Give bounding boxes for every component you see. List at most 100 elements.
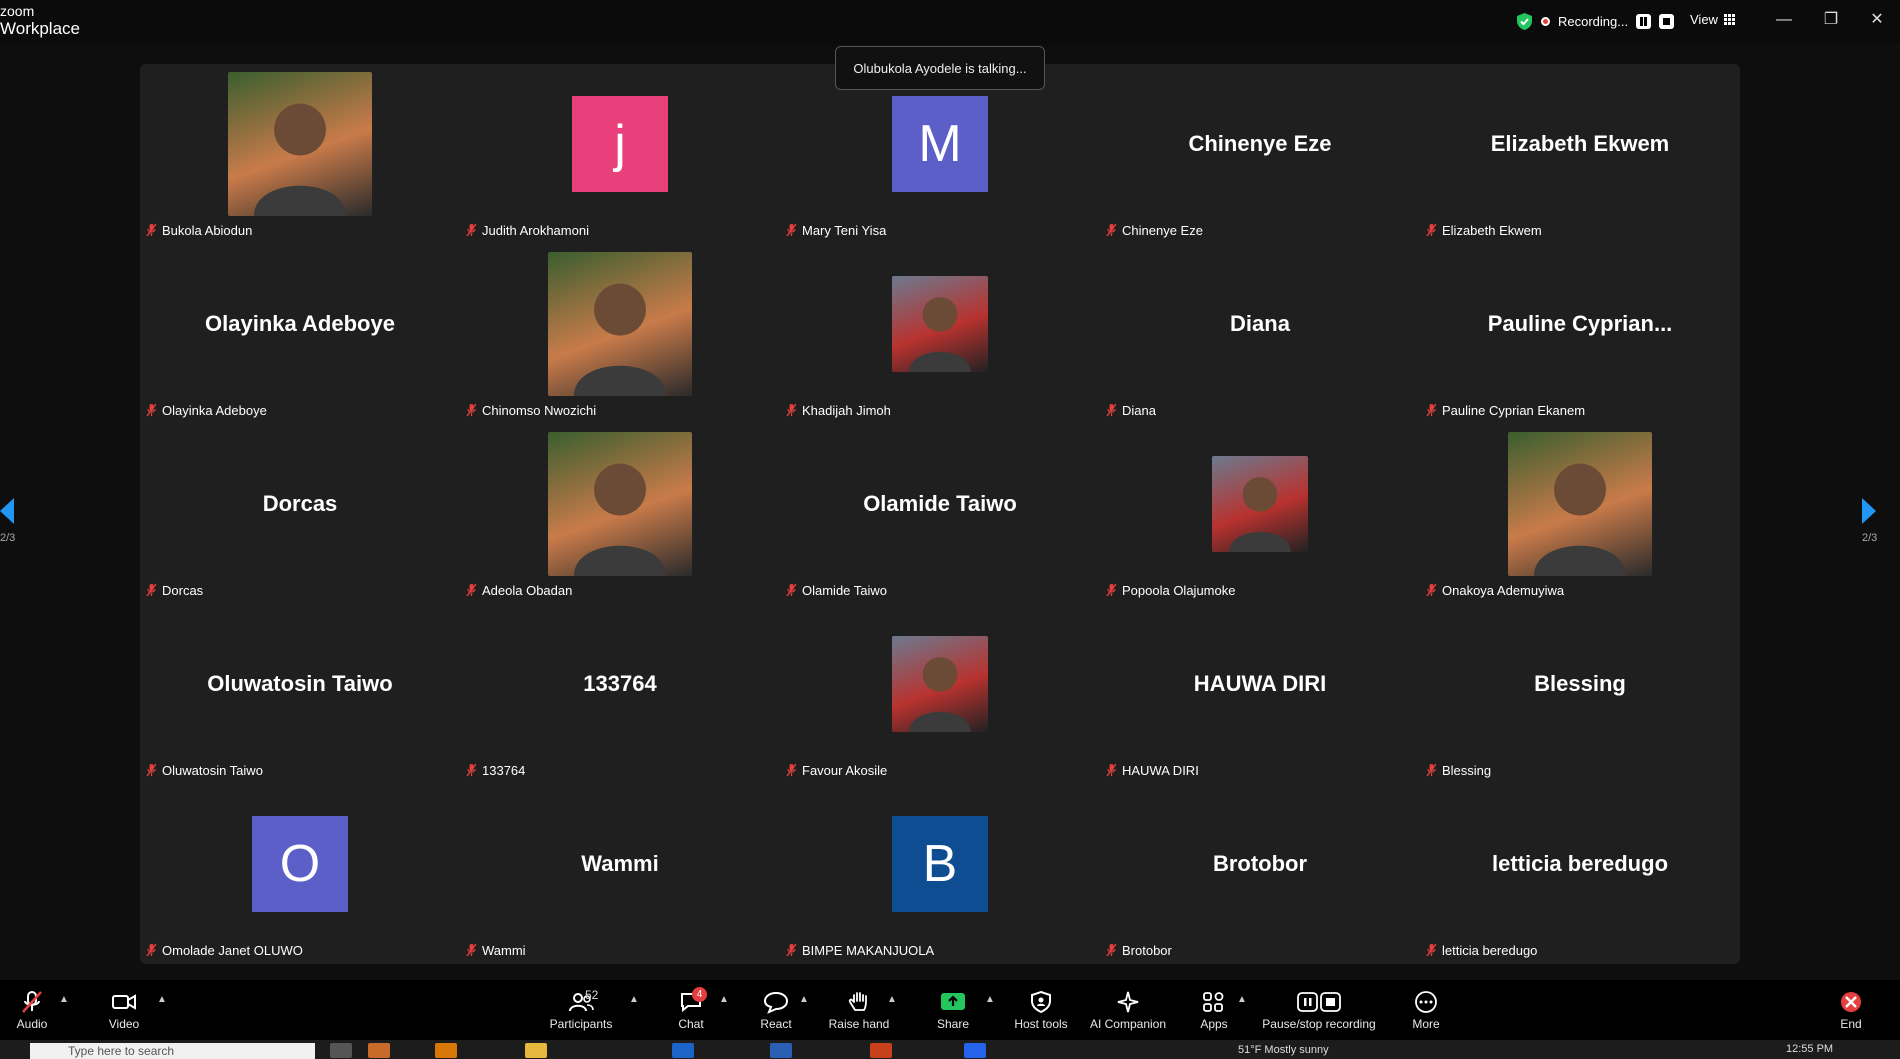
- raise-hand-options-chevron-icon[interactable]: ▲: [887, 994, 897, 1005]
- participant-tile[interactable]: Popoola Olajumoke: [1100, 424, 1420, 604]
- participant-tile[interactable]: letticia beredugo letticia beredugo: [1420, 784, 1740, 964]
- microphone-muted-icon: [22, 991, 42, 1013]
- participant-video-thumbnail: [1212, 456, 1308, 552]
- taskbar-search-input[interactable]: Type here to search: [30, 1043, 315, 1059]
- participant-tile[interactable]: 133764 133764: [460, 604, 780, 784]
- task-view-icon[interactable]: [330, 1043, 352, 1058]
- participant-tile[interactable]: M Mary Teni Yisa: [780, 64, 1100, 244]
- app-title: zoom Workplace: [0, 3, 80, 37]
- ai-companion-button[interactable]: AI Companion: [1088, 990, 1168, 1031]
- participants-button[interactable]: 52 Participants: [544, 988, 618, 1031]
- word-taskbar-icon[interactable]: [770, 1043, 792, 1058]
- end-meeting-button[interactable]: End: [1838, 990, 1864, 1031]
- participant-tile[interactable]: Onakoya Ademuyiwa: [1420, 424, 1740, 604]
- share-button[interactable]: Share: [936, 990, 970, 1031]
- more-button[interactable]: More: [1410, 990, 1442, 1031]
- powerpoint-taskbar-icon[interactable]: [870, 1043, 892, 1058]
- participant-name-label: Favour Akosile: [786, 761, 887, 779]
- zoom-taskbar-icon[interactable]: [964, 1043, 986, 1058]
- raise-hand-button[interactable]: Raise hand: [826, 990, 892, 1031]
- participant-tile[interactable]: Chinenye Eze Chinenye Eze: [1100, 64, 1420, 244]
- participant-tile[interactable]: Diana Diana: [1100, 244, 1420, 424]
- chat-button[interactable]: 4 Chat: [676, 987, 707, 1031]
- raise-hand-icon: [848, 992, 867, 1011]
- system-clock[interactable]: 12:55 PM: [1786, 1043, 1833, 1055]
- audio-options-chevron-icon[interactable]: ▲: [59, 994, 69, 1005]
- stop-recording-button[interactable]: [1659, 13, 1675, 29]
- participant-tile[interactable]: Bukola Abiodun: [140, 64, 460, 244]
- pause-recording-button[interactable]: [1636, 13, 1652, 29]
- share-label: Share: [936, 1017, 970, 1031]
- microphone-muted-icon: [1106, 403, 1117, 417]
- microphone-muted-icon: [1426, 223, 1437, 237]
- participant-tile[interactable]: Dorcas Dorcas: [140, 424, 460, 604]
- participant-name: Olayinka Adeboye: [162, 402, 267, 418]
- share-options-chevron-icon[interactable]: ▲: [985, 994, 995, 1005]
- participant-name-label: Oluwatosin Taiwo: [146, 761, 263, 779]
- microphone-muted-icon: [466, 763, 477, 777]
- video-options-chevron-icon[interactable]: ▲: [157, 994, 167, 1005]
- chrome-taskbar-icon[interactable]: [672, 1043, 694, 1058]
- files-taskbar-icon[interactable]: [435, 1043, 457, 1058]
- participant-tile[interactable]: Blessing Blessing: [1420, 604, 1740, 784]
- participant-name: Chinenye Eze: [1122, 222, 1203, 238]
- previous-page-button[interactable]: 2/3: [0, 498, 15, 544]
- participant-name-label: Onakoya Ademuyiwa: [1426, 581, 1564, 599]
- participant-tile[interactable]: Olamide Taiwo Olamide Taiwo: [780, 424, 1100, 604]
- chat-options-chevron-icon[interactable]: ▲: [719, 994, 729, 1005]
- next-page-button[interactable]: 2/3: [1862, 498, 1877, 544]
- participant-tile[interactable]: B BIMPE MAKANJUOLA: [780, 784, 1100, 964]
- participant-video-area: Diana: [1100, 244, 1420, 404]
- minimize-button[interactable]: —: [1769, 8, 1799, 32]
- participant-name: Adeola Obadan: [482, 582, 573, 598]
- outlook-taskbar-icon[interactable]: [368, 1043, 390, 1058]
- grid-view-icon: [1723, 14, 1735, 25]
- participant-tile[interactable]: Elizabeth Ekwem Elizabeth Ekwem: [1420, 64, 1740, 244]
- participant-tile[interactable]: Olayinka Adeboye Olayinka Adeboye: [140, 244, 460, 424]
- participant-tile[interactable]: Brotobor Brotobor: [1100, 784, 1420, 964]
- participant-tile[interactable]: Chinomso Nwozichi: [460, 244, 780, 424]
- folder-taskbar-icon[interactable]: [525, 1043, 547, 1058]
- person-silhouette-icon: [1533, 463, 1627, 576]
- participant-name-label: Blessing: [1426, 761, 1491, 779]
- microphone-muted-icon: [1106, 763, 1117, 777]
- pause-stop-recording-button[interactable]: Pause/stop recording: [1262, 990, 1376, 1031]
- participant-name: BIMPE MAKANJUOLA: [802, 942, 935, 958]
- participant-tile[interactable]: HAUWA DIRI HAUWA DIRI: [1100, 604, 1420, 784]
- host-tools-button[interactable]: Host tools: [1013, 990, 1069, 1031]
- participant-name: Onakoya Ademuyiwa: [1442, 582, 1565, 598]
- apps-button[interactable]: Apps: [1199, 990, 1229, 1031]
- weather-widget[interactable]: 51°F Mostly sunny: [1238, 1044, 1329, 1056]
- participant-tile[interactable]: Adeola Obadan: [460, 424, 780, 604]
- microphone-muted-icon: [786, 763, 797, 777]
- participant-tile[interactable]: Khadijah Jimoh: [780, 244, 1100, 424]
- video-label: Video: [108, 1017, 140, 1031]
- participant-tile[interactable]: Pauline Cyprian... Pauline Cyprian Ekanem: [1420, 244, 1740, 424]
- participant-tile[interactable]: Oluwatosin Taiwo Oluwatosin Taiwo: [140, 604, 460, 784]
- video-button[interactable]: Video: [106, 990, 142, 1031]
- audio-button[interactable]: Audio: [14, 990, 50, 1031]
- participants-options-chevron-icon[interactable]: ▲: [629, 994, 639, 1005]
- security-shield-icon[interactable]: [1516, 12, 1533, 31]
- participant-tile[interactable]: Favour Akosile: [780, 604, 1100, 784]
- participant-video-area: Olamide Taiwo: [780, 424, 1100, 584]
- apps-options-chevron-icon[interactable]: ▲: [1237, 994, 1247, 1005]
- end-meeting-icon: [1841, 992, 1861, 1012]
- participant-tile[interactable]: Wammi Wammi: [460, 784, 780, 964]
- react-heart-bubble-icon: [763, 991, 789, 1014]
- react-options-chevron-icon[interactable]: ▲: [799, 994, 809, 1005]
- participant-avatar: M: [892, 96, 988, 192]
- participant-tile[interactable]: j Judith Arokhamoni: [460, 64, 780, 244]
- title-bar: zoom Workplace Recording... View — ❐ ✕: [0, 0, 1900, 44]
- participant-video-area: Wammi: [460, 784, 780, 944]
- restore-button[interactable]: ❐: [1816, 8, 1846, 32]
- meeting-toolbar: Audio ▲ Video ▲ 52 Participants ▲ 4 Chat…: [0, 980, 1900, 1040]
- participant-display-name: Chinenye Eze: [1188, 131, 1332, 156]
- view-button[interactable]: View: [1690, 12, 1735, 27]
- participant-video-thumbnail: [892, 276, 988, 372]
- react-button[interactable]: React: [759, 990, 793, 1031]
- close-window-button[interactable]: ✕: [1862, 8, 1892, 32]
- participant-name: Wammi: [482, 942, 526, 958]
- more-options-icon: [1415, 991, 1437, 1013]
- participant-tile[interactable]: O Omolade Janet OLUWO: [140, 784, 460, 964]
